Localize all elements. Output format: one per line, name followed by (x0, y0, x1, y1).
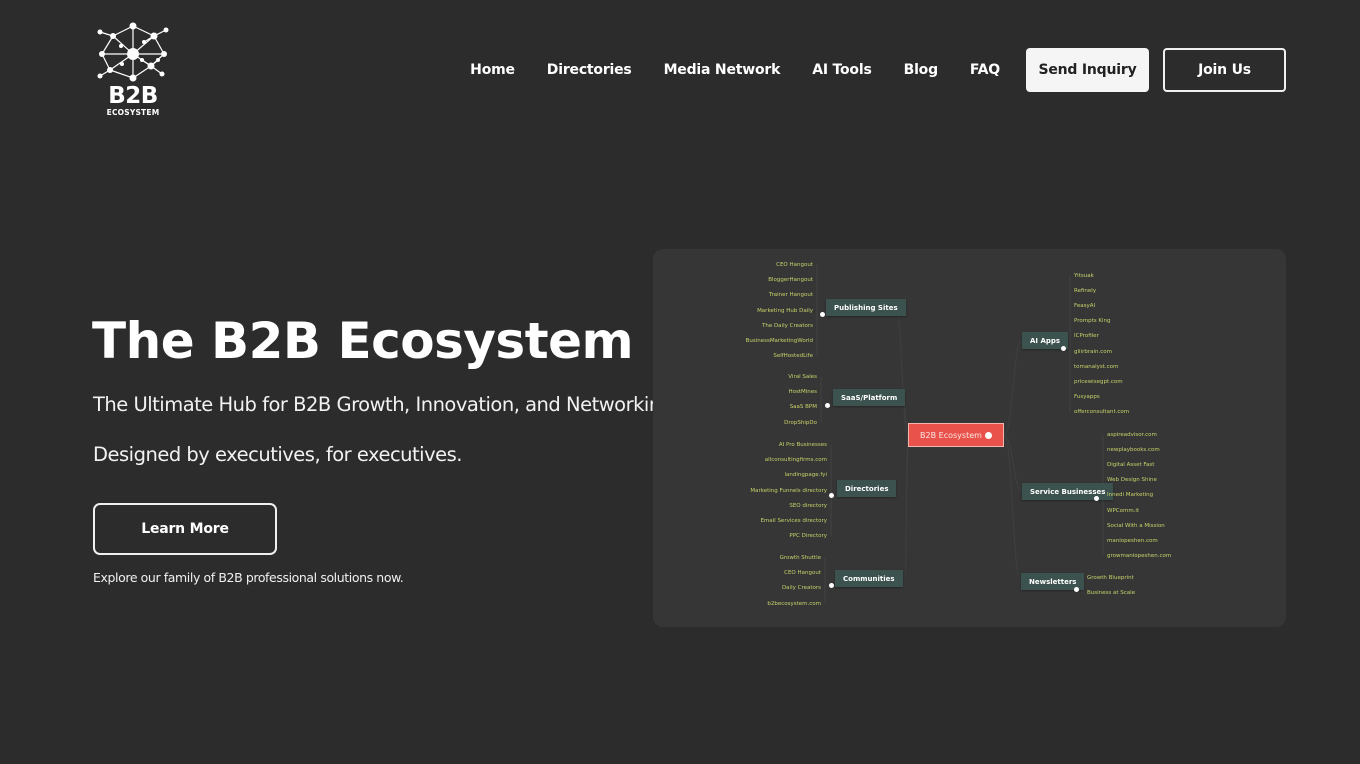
mindmap-leaf: Web Design Shine (1107, 477, 1157, 484)
mindmap-leaf: Social With a Mission (1107, 522, 1165, 529)
nav-media-network[interactable]: Media Network (664, 62, 781, 78)
branch-connector (904, 434, 909, 579)
join-us-button[interactable]: Join Us (1163, 48, 1286, 92)
branch-connector (1003, 339, 1023, 436)
mindmap-leaf: Yitsuak (1074, 273, 1094, 279)
nav-ai-tools[interactable]: AI Tools (812, 62, 872, 78)
branch-toggle-dot (1061, 346, 1066, 351)
mindmap-branch: Service Businesses (1022, 483, 1114, 500)
mindmap-leaf: maniopeshen.com (1107, 537, 1158, 544)
mindmap-leaf: Innedi Marketing (1107, 492, 1154, 499)
mindmap-leaf: tomanalyst.com (1074, 363, 1119, 370)
branch-toggle-dot (1094, 496, 1099, 501)
branch-connector (895, 306, 909, 436)
logo-title: B2B (108, 83, 158, 109)
mindmap-leaf: Trainer Hangout (768, 292, 813, 299)
root-collapse-icon (984, 431, 992, 439)
logo-subtitle: ECOSYSTEM (106, 108, 160, 117)
mindmap-branch: SaaS/Platform (833, 389, 906, 406)
branch-toggle-dot (825, 403, 830, 408)
learn-more-button[interactable]: Learn More (93, 503, 277, 555)
mindmap-image: B2B Ecosystem Publishing Sites CEO Hangou… (653, 249, 1286, 627)
mindmap-leaf: Marketing Hub Daily (757, 307, 813, 314)
mindmap-leaf: FeasyAI (1074, 303, 1096, 310)
mindmap-leaf: newplaybooks.com (1107, 447, 1160, 454)
mindmap-leaf: Prompts King (1074, 318, 1111, 325)
mindmap-leaf: Marketing Funnels directory (750, 487, 827, 494)
send-inquiry-button[interactable]: Send Inquiry (1026, 48, 1149, 92)
mindmap-leaf: Viral Sales (788, 374, 817, 380)
network-nodes-icon (97, 22, 169, 82)
mindmap-leaf: growmaniopeshen.com (1107, 552, 1172, 559)
mindmap-leaf: aspireadvisor.com (1107, 432, 1157, 438)
mindmap-leaf: WPComm.it (1107, 507, 1140, 514)
mindmap-leaf: SaaS BPM (789, 404, 817, 411)
branch-toggle-dot (1074, 587, 1079, 592)
mindmap-leaf: ICProfiler (1074, 333, 1099, 340)
mindmap-leaf: Email Services directory (760, 518, 827, 524)
main-nav: Home Directories Media Network AI Tools … (470, 48, 1286, 92)
mindmap-leaf: AI Pro Businesses (778, 442, 827, 448)
hero-title: The B2B Ecosystem (92, 312, 634, 370)
nav-home[interactable]: Home (470, 62, 515, 78)
logo[interactable]: B2B ECOSYSTEM (92, 20, 174, 120)
mindmap-leaf: DropShipDo (784, 419, 817, 426)
mindmap-leaf: SEO directory (789, 502, 827, 509)
page: B2B ECOSYSTEM Home Directories Media Net… (0, 0, 1360, 764)
hero-subtitle: The Ultimate Hub for B2B Growth, Innovat… (93, 393, 679, 416)
hero-tagline: Designed by executives, for executives. (93, 443, 463, 466)
nav-blog[interactable]: Blog (904, 62, 939, 78)
mindmap-leaf: Digital Asset Fast (1107, 462, 1155, 469)
mindmap-leaf: BloggerHangout (768, 277, 813, 284)
mindmap-leaf: offerconsultant.com (1074, 408, 1130, 415)
mindmap-leaf: pricewisegpt.com (1074, 378, 1123, 385)
mindmap-root: B2B Ecosystem (908, 423, 1004, 447)
mindmap-leaf: allconsultingfirms.com (764, 457, 827, 464)
mindmap-leaf: PPC Directory (789, 533, 827, 540)
mindmap-leaf: gliirbrain.com (1074, 348, 1112, 355)
nav-faq[interactable]: FAQ (970, 62, 1000, 78)
mindmap-leaf: BusinessMarketingWorld (745, 338, 813, 344)
mindmap-leaf: b2becosystem.com (767, 600, 821, 607)
mindmap-leaf: Fusyapps (1074, 393, 1100, 400)
mindmap-leaf: Business at Scale (1087, 590, 1136, 596)
mindmap-leaf: Daily Creators (781, 585, 821, 592)
mindmap-branch: Directories (837, 480, 897, 497)
mindmap-leaf: Refinely (1074, 288, 1097, 295)
mindmap-leaf: CEO Hangout (784, 570, 821, 577)
branch-connector (1003, 434, 1022, 582)
nav-directories[interactable]: Directories (547, 62, 632, 78)
mindmap-leaf: landingpage.fyi (784, 472, 828, 479)
mindmap-leaf: SelfHostedLife (773, 353, 813, 360)
mindmap-root-label: B2B Ecosystem (920, 430, 982, 440)
mindmap-leaf: CEO Hangout (776, 262, 813, 268)
mindmap-leaf: HostMines (788, 389, 817, 396)
branch-toggle-dot (829, 493, 834, 498)
mindmap-branch: Communities (835, 570, 903, 587)
mindmap-leaf: Growth Shuttle (779, 555, 821, 561)
mindmap-leaf: The Daily Creators (761, 322, 813, 329)
mindmap-branch: Publishing Sites (826, 299, 906, 316)
mindmap-leaf: Growth Blueprint (1087, 575, 1134, 581)
branch-toggle-dot (820, 312, 825, 317)
branch-toggle-dot (829, 583, 834, 588)
hero-note: Explore our family of B2B professional s… (93, 570, 404, 585)
